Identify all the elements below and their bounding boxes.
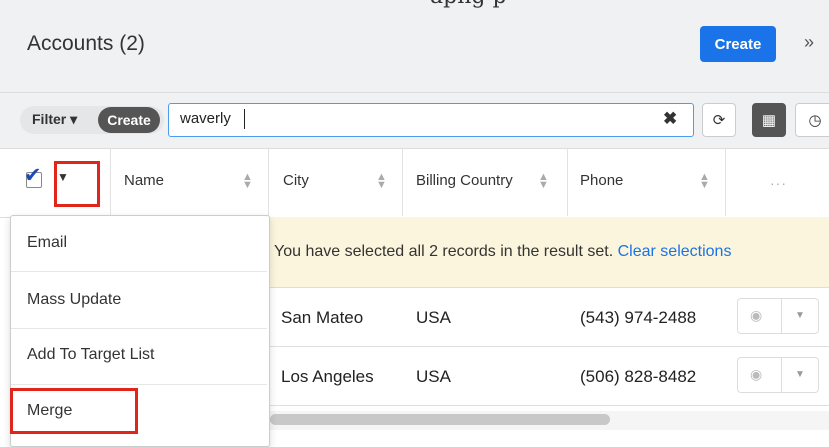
button-divider: [781, 357, 782, 393]
column-header-city[interactable]: City: [283, 172, 309, 189]
sort-icon[interactable]: ▲ ▼: [699, 172, 710, 191]
search-value: waverly: [180, 110, 231, 127]
clear-search-icon[interactable]: ✖: [663, 109, 677, 129]
row-city: Los Angeles: [281, 367, 374, 386]
sort-icon[interactable]: ▲ ▼: [242, 172, 253, 191]
row-city: San Mateo: [281, 308, 364, 327]
row-phone: (543) 974-2488: [580, 308, 697, 327]
column-divider: [110, 148, 111, 216]
row-divider: [268, 346, 829, 347]
filter-dropdown[interactable]: Filter ▾: [32, 111, 77, 128]
menu-divider: [11, 384, 267, 385]
check-icon: ✔: [24, 164, 42, 187]
eye-icon[interactable]: ◉: [750, 307, 762, 324]
search-input[interactable]: [168, 103, 694, 137]
clear-selections-link[interactable]: Clear selections: [618, 243, 732, 260]
sort-icon[interactable]: ▲ ▼: [376, 172, 387, 191]
clock-icon[interactable]: ◷: [795, 103, 829, 137]
column-divider: [268, 148, 269, 216]
column-header-name[interactable]: Name: [124, 172, 164, 189]
actions-dropdown-highlight: [54, 161, 100, 207]
row-phone: (506) 828-8482: [580, 367, 697, 386]
create-filter-button[interactable]: Create: [98, 107, 160, 133]
row-country: USA: [416, 367, 451, 386]
selection-message: You have selected all 2 records in the r…: [274, 243, 614, 260]
clipped-caption: apng p: [0, 0, 829, 8]
eye-icon[interactable]: ◉: [750, 366, 762, 383]
chevron-down-icon[interactable]: ▼: [795, 310, 805, 321]
menu-item-email[interactable]: Email: [27, 234, 67, 252]
scrollbar-thumb[interactable]: [270, 414, 610, 425]
menu-divider: [11, 271, 267, 272]
chevron-down-icon[interactable]: ▼: [795, 369, 805, 380]
text-caret: [244, 109, 245, 129]
column-header-phone[interactable]: Phone: [580, 172, 623, 189]
refresh-icon[interactable]: ⟳: [702, 103, 736, 137]
page-title: Accounts (2): [27, 32, 145, 55]
row-country: USA: [416, 308, 451, 327]
column-header-billing-country[interactable]: Billing Country: [416, 172, 513, 189]
column-divider: [567, 148, 568, 216]
menu-divider: [11, 328, 267, 329]
chevron-down-icon[interactable]: ▼: [57, 170, 69, 184]
menu-item-add-to-target-list[interactable]: Add To Target List: [27, 346, 155, 364]
column-divider: [725, 148, 726, 216]
row-divider: [268, 405, 829, 406]
menu-item-mass-update[interactable]: Mass Update: [27, 291, 121, 309]
list-view-icon[interactable]: ▦: [752, 103, 786, 137]
button-divider: [781, 298, 782, 334]
expand-icon[interactable]: »: [804, 32, 814, 53]
selection-banner-text: You have selected all 2 records in the r…: [274, 243, 731, 261]
create-button[interactable]: Create: [700, 26, 776, 62]
menu-item-merge[interactable]: Merge: [27, 402, 72, 420]
column-divider: [402, 148, 403, 216]
more-columns-icon[interactable]: ···: [770, 175, 787, 191]
sort-icon[interactable]: ▲ ▼: [538, 172, 549, 191]
